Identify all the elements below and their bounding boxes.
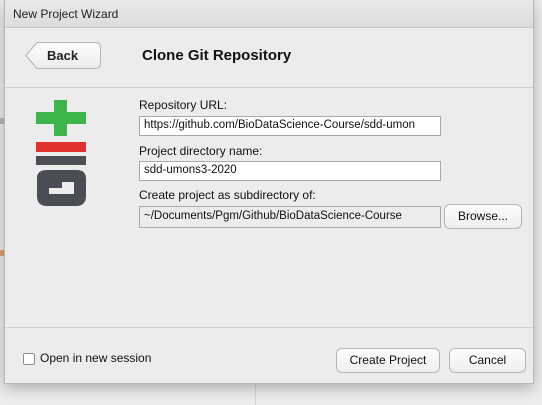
git-logo: [33, 100, 89, 210]
project-dir-name-label: Project directory name:: [139, 144, 263, 158]
repo-url-input[interactable]: https://github.com/BioDataScience-Course…: [139, 116, 441, 136]
cancel-button[interactable]: Cancel: [449, 348, 526, 373]
new-project-wizard-dialog: New Project Wizard Back Clone Git Reposi…: [4, 0, 534, 384]
create-project-button[interactable]: Create Project: [336, 348, 440, 373]
browse-button[interactable]: Browse...: [444, 204, 522, 229]
repo-url-label: Repository URL:: [139, 98, 228, 112]
git-logo-icon: [36, 100, 86, 206]
open-in-new-session-label[interactable]: Open in new session: [40, 351, 151, 365]
subdirectory-label: Create project as subdirectory of:: [139, 188, 316, 202]
subdirectory-path-field: ~/Documents/Pgm/Github/BioDataScience-Co…: [139, 206, 441, 228]
back-button[interactable]: Back: [25, 42, 101, 69]
page-title: Clone Git Repository: [142, 47, 292, 64]
wizard-header: Back Clone Git Repository: [5, 28, 533, 88]
title-bar[interactable]: New Project Wizard: [5, 0, 533, 28]
back-button-label: Back: [47, 48, 79, 63]
project-dir-name-input[interactable]: sdd-umons3-2020: [139, 161, 441, 181]
window-title: New Project Wizard: [13, 7, 119, 21]
open-in-new-session-checkbox[interactable]: [23, 353, 35, 365]
footer-divider: [5, 327, 533, 328]
